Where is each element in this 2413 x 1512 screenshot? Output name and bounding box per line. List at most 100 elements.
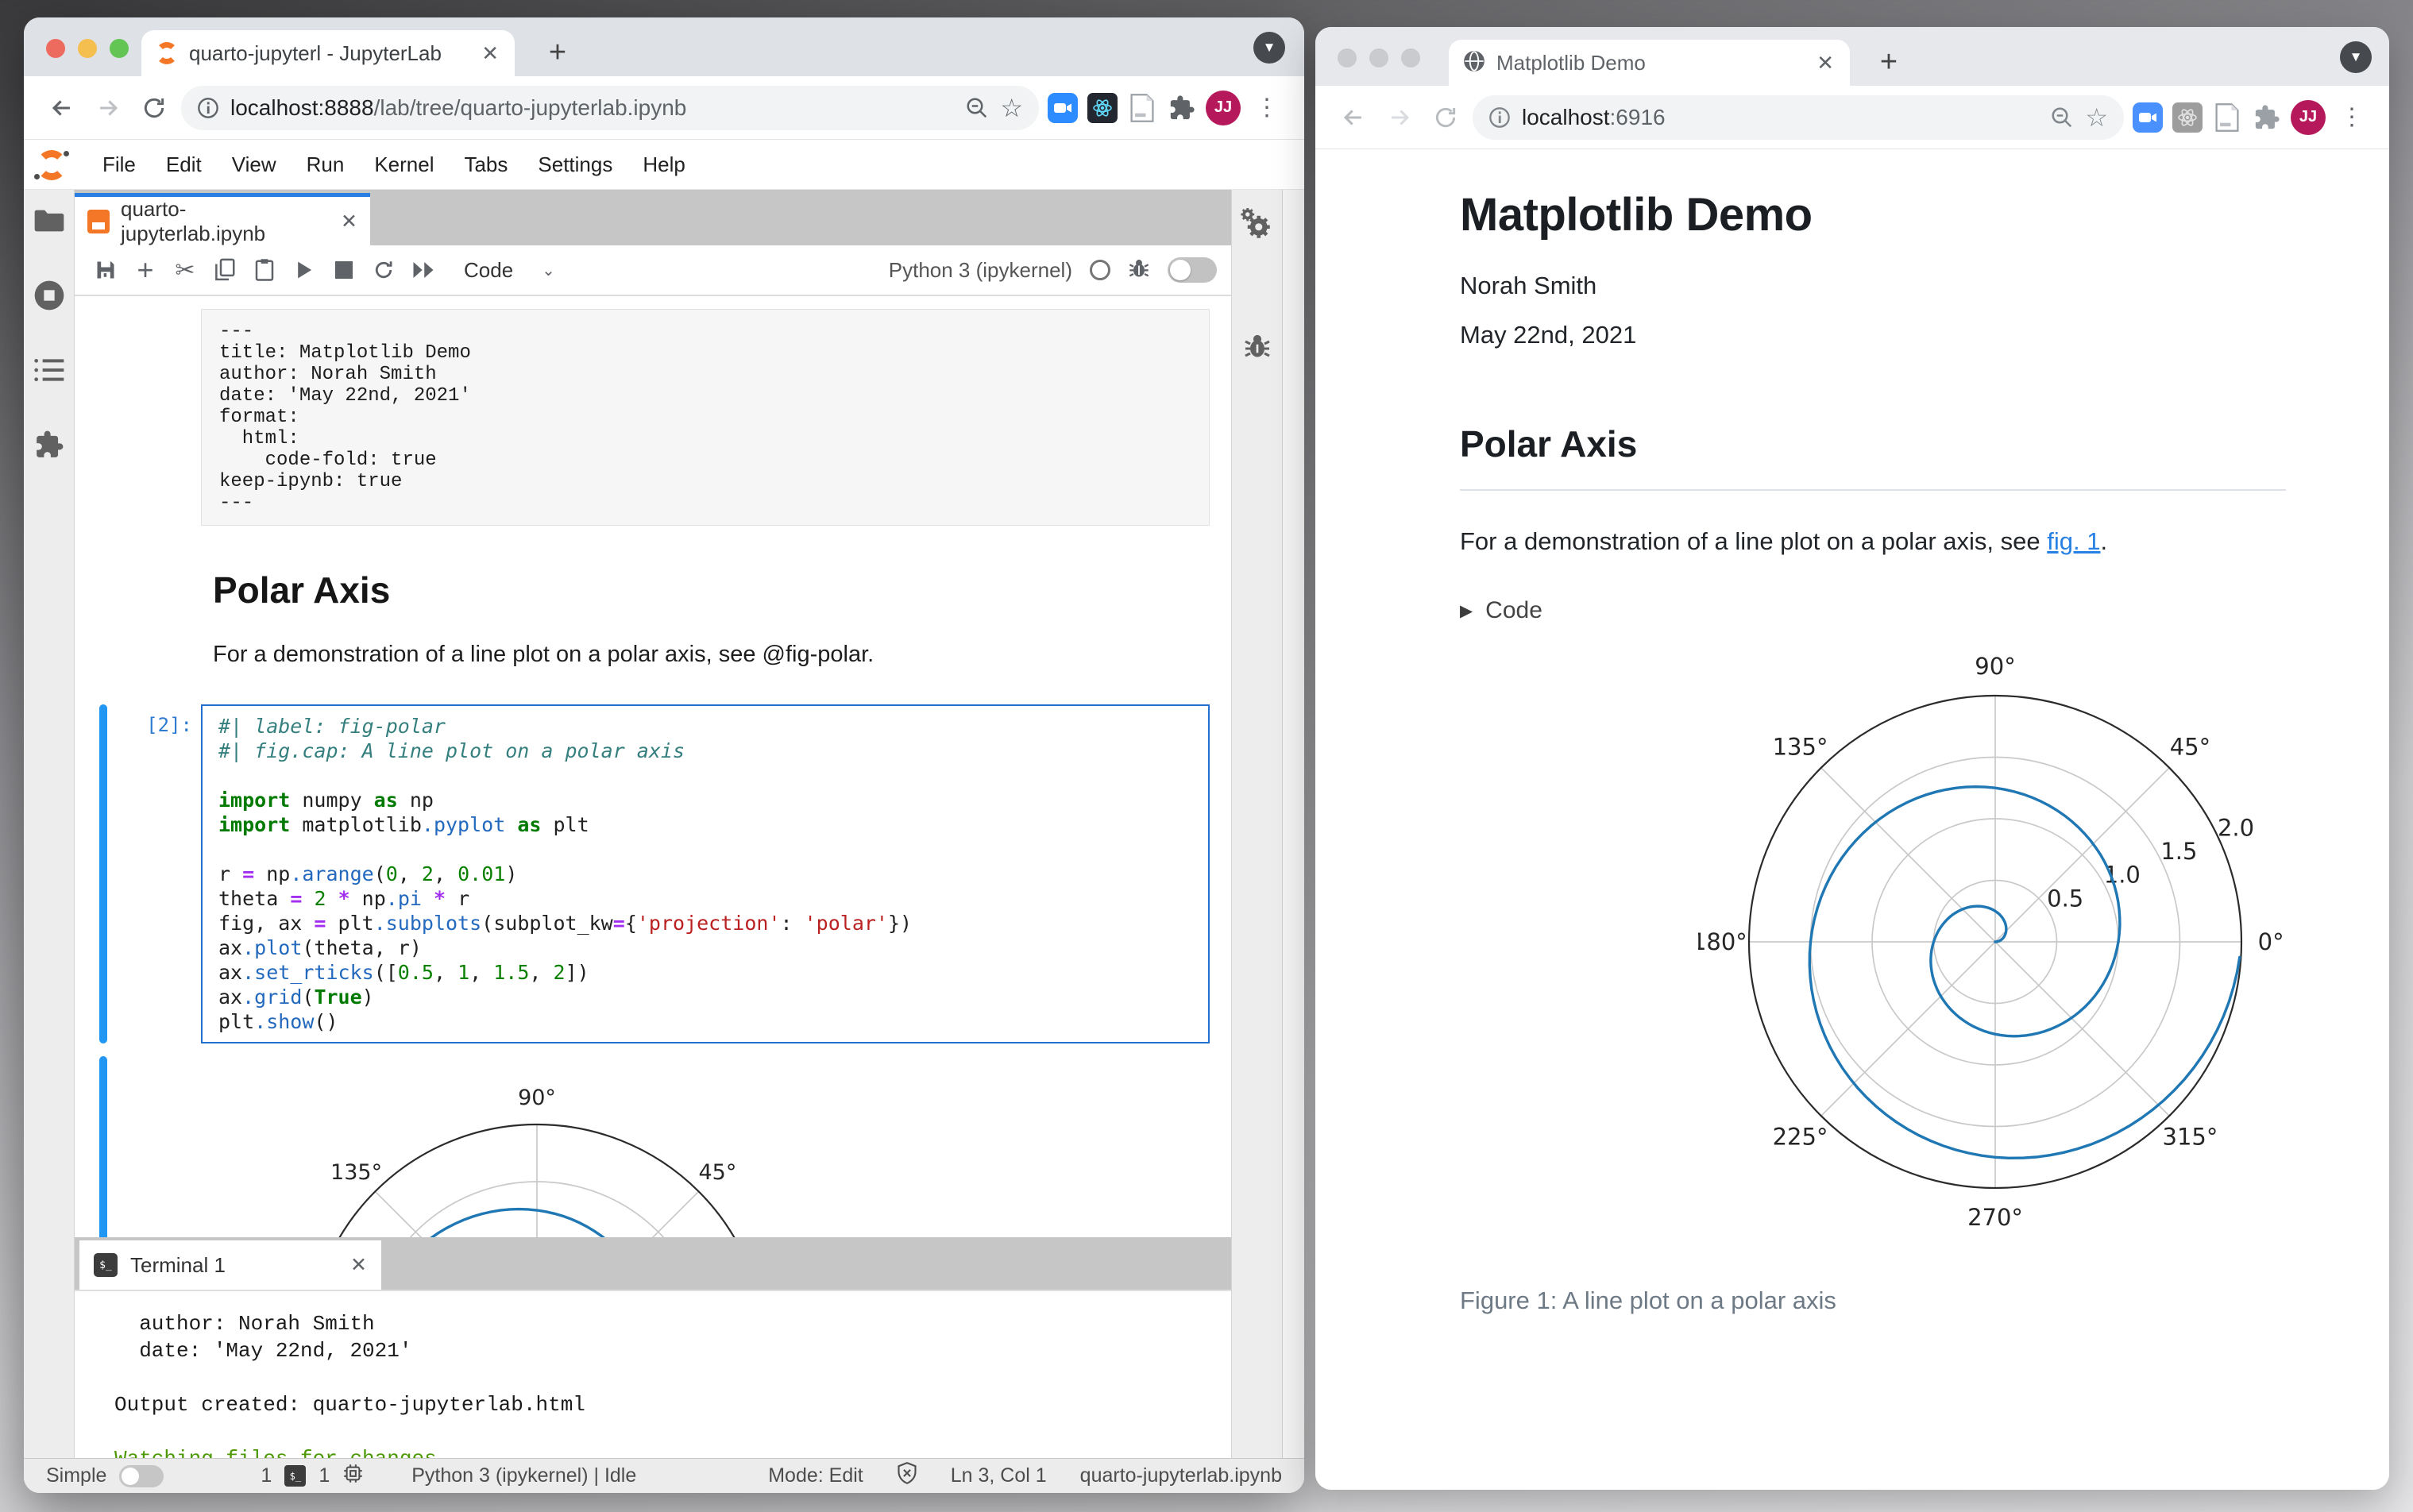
- code-line[interactable]: fig, ax = plt.subplots(subplot_kw={'proj…: [218, 911, 1192, 935]
- raw-yaml-cell[interactable]: --- title: Matplotlib Demo author: Norah…: [201, 309, 1210, 526]
- zoom-page-icon[interactable]: [965, 96, 989, 120]
- react-devtools-extension-icon[interactable]: [2172, 102, 2203, 133]
- cell-type-dropdown[interactable]: Code: [464, 258, 513, 283]
- browser-downloads-chevron-icon[interactable]: ▼: [2340, 41, 2372, 73]
- forward-icon[interactable]: [1380, 98, 1419, 137]
- reload-icon[interactable]: [135, 89, 173, 127]
- zoom-window-button[interactable]: [1401, 48, 1420, 68]
- input-collapser[interactable]: [99, 704, 107, 1043]
- table-of-contents-icon[interactable]: [33, 353, 66, 387]
- kernel-status-text[interactable]: Python 3 (ipykernel) | Idle: [411, 1464, 636, 1487]
- paste-cells-icon[interactable]: [248, 256, 281, 284]
- menu-tabs[interactable]: Tabs: [449, 145, 523, 185]
- browser-menu-icon[interactable]: ⋮: [2334, 103, 2370, 131]
- running-kernels-icon[interactable]: [33, 279, 66, 312]
- menu-help[interactable]: Help: [627, 145, 700, 185]
- close-window-button[interactable]: [1338, 48, 1357, 68]
- menu-settings[interactable]: Settings: [523, 145, 627, 185]
- zoom-page-icon[interactable]: [2050, 106, 2074, 129]
- code-line[interactable]: ax.plot(theta, r): [218, 935, 1192, 960]
- browser-profile-avatar[interactable]: JJ: [2291, 99, 2326, 135]
- kernel-name-button[interactable]: Python 3 (ipykernel): [889, 258, 1072, 283]
- file-browser-icon[interactable]: [33, 204, 66, 237]
- document-extension-icon[interactable]: [1126, 92, 1158, 124]
- menu-edit[interactable]: Edit: [151, 145, 217, 185]
- code-cell[interactable]: #| label: fig-polar #| fig.cap: A line pl…: [201, 704, 1210, 1043]
- menu-view[interactable]: View: [217, 145, 291, 185]
- react-devtools-extension-icon[interactable]: [1087, 92, 1118, 124]
- menu-run[interactable]: Run: [291, 145, 360, 185]
- browser-tab-active[interactable]: Matplotlib Demo ✕: [1449, 40, 1850, 86]
- traffic-lights[interactable]: [46, 39, 129, 58]
- tab-close-icon[interactable]: ✕: [480, 41, 500, 66]
- figure-crossref-link[interactable]: fig. 1: [2047, 527, 2100, 555]
- extensions-puzzle-icon[interactable]: [2251, 102, 2283, 133]
- code-line[interactable]: r = np.arange(0, 2, 0.01): [218, 862, 1192, 886]
- code-line[interactable]: ax.set_rticks([0.5, 1, 1.5, 2]): [218, 960, 1192, 985]
- code-line[interactable]: ax.grid(True): [218, 985, 1192, 1009]
- terminal-tab-close-icon[interactable]: ✕: [350, 1253, 367, 1277]
- address-bar[interactable]: localhost:8888/lab/tree/quarto-jupyterla…: [181, 85, 1039, 130]
- save-icon[interactable]: [89, 256, 122, 284]
- notebook-scroll-area[interactable]: --- title: Matplotlib Demo author: Norah…: [75, 296, 1231, 1237]
- browser-downloads-chevron-icon[interactable]: ▼: [1253, 32, 1285, 64]
- code-line[interactable]: [218, 763, 1192, 788]
- restart-kernel-icon[interactable]: [367, 256, 400, 284]
- run-cell-icon[interactable]: [288, 256, 321, 284]
- new-tab-button[interactable]: +: [1871, 45, 1906, 79]
- browser-menu-icon[interactable]: ⋮: [1249, 94, 1285, 122]
- address-bar[interactable]: localhost:6916 ☆: [1473, 94, 2124, 140]
- chevron-down-icon[interactable]: ⌄: [542, 260, 555, 280]
- notebook-tab-close-icon[interactable]: ✕: [341, 210, 357, 233]
- property-inspector-gears-icon[interactable]: [1240, 208, 1274, 242]
- command-mode-indicator[interactable]: Mode: Edit: [768, 1464, 863, 1487]
- reload-icon[interactable]: [1427, 98, 1465, 137]
- document-extension-icon[interactable]: [2211, 102, 2243, 133]
- simple-mode-toggle[interactable]: [1168, 257, 1217, 283]
- new-tab-button[interactable]: +: [540, 36, 575, 70]
- traffic-lights[interactable]: [1338, 48, 1420, 68]
- notebook-tab[interactable]: quarto-jupyterlab.ipynb ✕: [75, 193, 370, 245]
- zoom-extension-icon[interactable]: [1047, 92, 1079, 124]
- bookmark-star-icon[interactable]: ☆: [2085, 102, 2108, 133]
- debugger-bug-icon[interactable]: [1128, 257, 1150, 284]
- terminal-tab[interactable]: $_ Terminal 1 ✕: [79, 1240, 381, 1290]
- browser-tab-active[interactable]: quarto-jupyterl - JupyterLab ✕: [141, 30, 515, 76]
- code-fold-disclosure[interactable]: ▶ Code: [1460, 597, 2286, 624]
- markdown-heading[interactable]: Polar Axis: [213, 569, 1231, 611]
- site-info-icon[interactable]: [1488, 106, 1511, 129]
- forward-icon[interactable]: [89, 89, 127, 127]
- site-info-icon[interactable]: [197, 97, 219, 119]
- back-icon[interactable]: [1334, 98, 1373, 137]
- code-line[interactable]: #| label: fig-polar: [218, 714, 1192, 739]
- output-collapser[interactable]: [99, 1056, 107, 1237]
- code-line[interactable]: theta = 2 * np.pi * r: [218, 886, 1192, 911]
- code-line[interactable]: [218, 837, 1192, 862]
- restart-run-all-icon[interactable]: [407, 256, 440, 284]
- debugger-bug-icon[interactable]: [1241, 330, 1274, 363]
- add-cell-icon[interactable]: +: [129, 253, 162, 286]
- code-line[interactable]: import numpy as np: [218, 788, 1192, 812]
- back-icon[interactable]: [43, 89, 81, 127]
- close-window-button[interactable]: [46, 39, 65, 58]
- bookmark-star-icon[interactable]: ☆: [1000, 93, 1023, 123]
- cursor-position[interactable]: Ln 3, Col 1: [951, 1464, 1047, 1487]
- minimize-window-button[interactable]: [1369, 48, 1388, 68]
- code-line[interactable]: #| fig.cap: A line plot on a polar axis: [218, 739, 1192, 763]
- copy-cells-icon[interactable]: [208, 256, 241, 284]
- code-line[interactable]: import matplotlib.pyplot as plt: [218, 812, 1192, 837]
- minimize-window-button[interactable]: [78, 39, 97, 58]
- url-text[interactable]: localhost:6916: [1522, 105, 2039, 130]
- menu-file[interactable]: File: [87, 145, 151, 185]
- browser-profile-avatar[interactable]: JJ: [1206, 90, 1241, 125]
- extension-manager-icon[interactable]: [33, 428, 66, 461]
- zoom-window-button[interactable]: [110, 39, 129, 58]
- menu-kernel[interactable]: Kernel: [359, 145, 449, 185]
- zoom-extension-icon[interactable]: [2132, 102, 2164, 133]
- cut-cells-icon[interactable]: ✂: [168, 256, 202, 284]
- simple-interface-toggle[interactable]: [119, 1464, 164, 1487]
- scrollbar-gutter[interactable]: [1282, 190, 1304, 1458]
- extensions-puzzle-icon[interactable]: [1166, 92, 1198, 124]
- markdown-paragraph[interactable]: For a demonstration of a line plot on a …: [213, 642, 1231, 668]
- code-line[interactable]: plt.show(): [218, 1009, 1192, 1034]
